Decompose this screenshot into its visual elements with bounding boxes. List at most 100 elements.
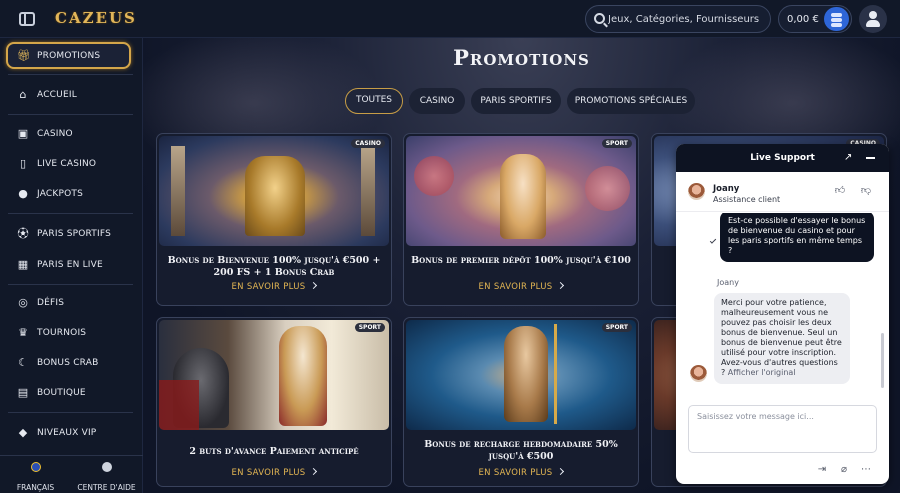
help-icon (101, 462, 112, 472)
wallet-coins-icon[interactable] (824, 7, 849, 31)
sidebar-item-label: CASINO (37, 129, 73, 139)
chat-messages: Est-ce possible d'essayer le bonus de bi… (676, 213, 889, 393)
search-icon (594, 13, 605, 24)
search-input[interactable] (608, 10, 766, 28)
learn-more-link[interactable]: EN SAVOIR PLUS (404, 467, 638, 478)
sidebar-item-boutique[interactable]: ▤ BOUTIQUE (8, 381, 133, 405)
learn-more-link[interactable]: EN SAVOIR PLUS (404, 281, 638, 292)
badge-casino: CASINO (351, 139, 385, 148)
thumbs-down-icon[interactable]: 👎︎ (860, 185, 872, 197)
slot-machine-icon: ▣ (17, 127, 29, 140)
trophy-icon: ♛ (18, 326, 28, 339)
sidebar-item-accueil[interactable]: ⌂ ACCUEIL (8, 83, 133, 107)
promo-card[interactable]: SPORT Bonus de premier dépôt 100% jusqu'… (403, 133, 639, 306)
language-selector[interactable]: FRANÇAIS (0, 462, 71, 493)
shop-icon: ▤ (17, 386, 29, 399)
coins-icon: ● (18, 187, 28, 200)
exit-chat-icon[interactable]: ⇥ (816, 464, 828, 476)
sidebar-item-label: ACCUEIL (37, 90, 77, 100)
sidebar-item-niveaux-vip[interactable]: ◆ NIVEAUX VIP (8, 421, 133, 445)
sidebar-item-label: JACKPOTS (37, 189, 84, 199)
tab-casino[interactable]: CASINO (409, 88, 465, 114)
search-box[interactable] (585, 5, 771, 33)
profile-user-icon[interactable] (859, 5, 887, 33)
crab-icon: ☾ (18, 356, 28, 369)
minimize-icon[interactable] (866, 157, 875, 159)
live-support-chat: Live Support ↗ Joany Assistance client 👍… (676, 144, 889, 484)
sidebar-item-label: NIVEAUX VIP (37, 428, 97, 438)
read-check-icon (709, 237, 717, 244)
learn-more-label: EN SAVOIR PLUS (231, 282, 306, 292)
eu-flag-icon (30, 462, 41, 472)
sidebar-item-paris-sportifs[interactable]: ⚽︎ PARIS SPORTIFS (8, 222, 133, 246)
chevron-right-icon (557, 467, 565, 476)
help-center-link[interactable]: CENTRE D'AIDE (71, 462, 142, 493)
chevron-right-icon (310, 467, 318, 476)
show-original-link[interactable]: Afficher l'original (728, 368, 796, 377)
divider (8, 114, 133, 115)
agent-message: Merci pour votre patience, malheureuseme… (714, 293, 850, 384)
promo-image-poseidon: SPORT (406, 320, 636, 430)
learn-more-label: EN SAVOIR PLUS (231, 468, 306, 478)
agent-info: Joany Assistance client 👍︎ 👎︎ (676, 172, 889, 212)
badge-sport: SPORT (601, 323, 632, 332)
attachment-icon[interactable]: ⌀ (838, 464, 850, 476)
promo-image-goddess-throne: SPORT (406, 136, 636, 246)
more-options-icon[interactable]: ⋯ (860, 464, 872, 476)
agent-name: Joany (713, 184, 740, 194)
sidebar-item-label: DÉFIS (37, 298, 65, 308)
temple-icon: ⌂ (19, 88, 27, 101)
sidebar-item-label: PARIS SPORTIFS (37, 229, 111, 239)
tab-promotions-speciales[interactable]: PROMOTIONS SPÉCIALES (567, 88, 695, 114)
chat-message-input[interactable] (688, 405, 877, 453)
learn-more-link[interactable]: EN SAVOIR PLUS (157, 467, 391, 478)
sidebar-item-bonus-crab[interactable]: ☾ BONUS CRAB (8, 351, 133, 375)
gift-icon: 🎁︎ (17, 49, 31, 62)
promo-image-spartan-athena: SPORT (159, 320, 389, 430)
sidebar-item-label: BONUS CRAB (37, 358, 99, 368)
target-icon: ◎ (18, 296, 28, 309)
sidebar-item-defis[interactable]: ◎ DÉFIS (8, 291, 133, 315)
promo-image-zeus-throne: CASINO (159, 136, 389, 246)
divider (8, 284, 133, 285)
promo-card[interactable]: SPORT 2 buts d'avance Paiement anticipé … (156, 317, 392, 487)
sidebar-item-tournois[interactable]: ♛ TOURNOIS (8, 321, 133, 345)
sidebar-item-paris-en-live[interactable]: ▦ PARIS EN LIVE (8, 253, 133, 277)
live-calendar-icon: ▦ (17, 258, 29, 271)
divider (8, 74, 133, 75)
top-bar: CAZEUS 0,00 € (0, 0, 900, 38)
sidebar-item-casino[interactable]: ▣ CASINO (8, 122, 133, 146)
sidebar-toggle-icon[interactable] (19, 12, 35, 26)
site-logo[interactable]: CAZEUS (55, 9, 137, 27)
tab-toutes[interactable]: TOUTES (345, 88, 403, 114)
agent-role: Assistance client (713, 195, 781, 204)
promo-card[interactable]: SPORT Bonus de recharge hebdomadaire 50%… (403, 317, 639, 487)
learn-more-link[interactable]: EN SAVOIR PLUS (157, 281, 391, 292)
chat-title: Live Support (750, 153, 815, 163)
agent-avatar (688, 183, 705, 200)
card-icon: ▯ (19, 157, 27, 170)
divider (8, 213, 133, 214)
divider (8, 412, 133, 413)
sidebar-item-promotions[interactable]: 🎁︎ PROMOTIONS (6, 42, 131, 69)
sidebar-footer: FRANÇAIS CENTRE D'AIDE (0, 455, 143, 493)
sidebar-item-live-casino[interactable]: ▯ LIVE CASINO (8, 152, 133, 176)
sidebar-item-label: PARIS EN LIVE (37, 260, 103, 270)
agent-message-text: Merci pour votre patience, malheureuseme… (721, 298, 842, 377)
learn-more-label: EN SAVOIR PLUS (478, 468, 553, 478)
tab-paris-sportifs[interactable]: PARIS SPORTIFS (471, 88, 561, 114)
page-title: Promotions (453, 45, 590, 70)
chat-scrollbar[interactable] (881, 333, 884, 388)
message-sender: Joany (717, 278, 739, 287)
expand-icon[interactable]: ↗ (844, 152, 855, 163)
sidebar-item-jackpots[interactable]: ● JACKPOTS (8, 182, 133, 206)
thumbs-up-icon[interactable]: 👍︎ (834, 185, 846, 197)
app-root: CAZEUS 0,00 € 🎁︎ PROMOTIONS ⌂ ACCUEIL (0, 0, 900, 493)
diamond-icon: ◆ (18, 426, 28, 439)
learn-more-label: EN SAVOIR PLUS (478, 282, 553, 292)
sidebar-item-label: LIVE CASINO (37, 159, 97, 169)
promo-card[interactable]: CASINO Bonus de Bienvenue 100% jusqu'à €… (156, 133, 392, 306)
language-label: FRANÇAIS (16, 483, 55, 492)
balance-widget[interactable]: 0,00 € (778, 5, 852, 33)
promo-title: Bonus de Bienvenue 100% jusqu'à €500 + 2… (167, 255, 381, 278)
